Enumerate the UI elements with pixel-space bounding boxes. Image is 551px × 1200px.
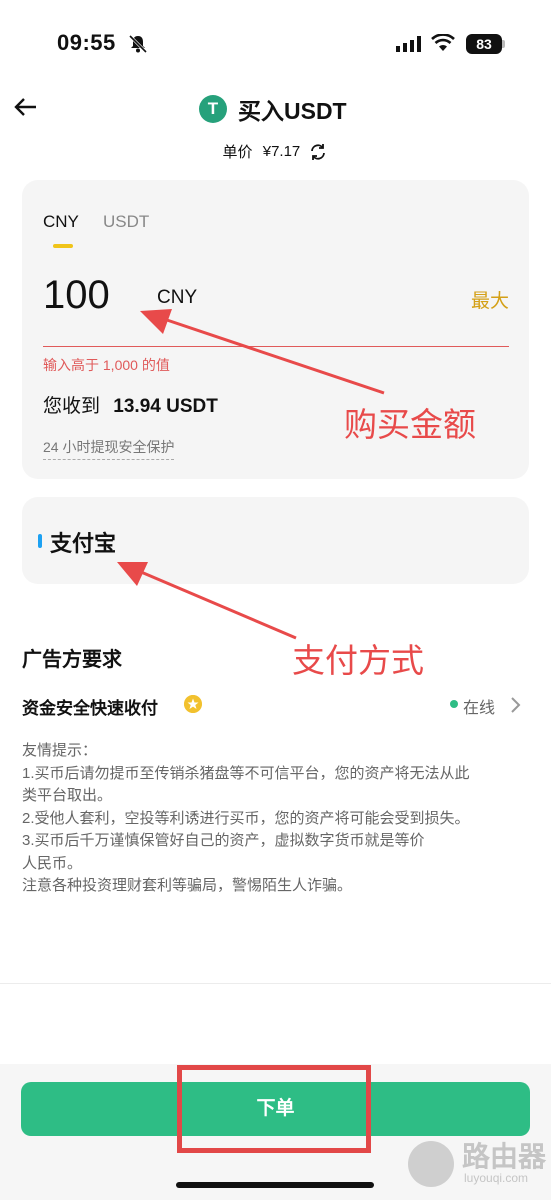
annotation-amount: 购买金额 (344, 405, 476, 444)
annotation-arrow-payment (133, 567, 297, 640)
watermark-url: luyouqi.com (464, 1171, 529, 1185)
watermark-text: 路由器 (462, 1141, 547, 1172)
annotation-payment: 支付方式 (292, 641, 424, 680)
annotation-arrow-amount (157, 315, 385, 395)
annotation-arrowhead-amount (140, 309, 172, 334)
annotation-arrows (117, 309, 385, 640)
watermark-logo-icon (408, 1141, 454, 1187)
